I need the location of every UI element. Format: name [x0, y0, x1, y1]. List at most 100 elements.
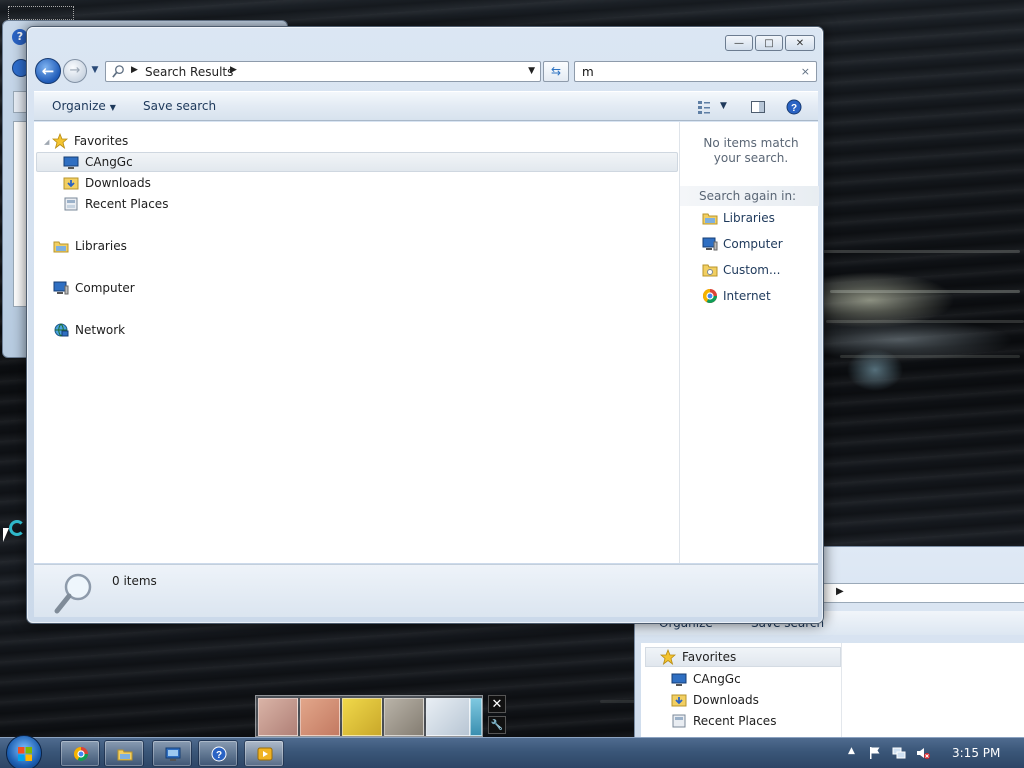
chrome-icon	[703, 289, 717, 303]
svg-text:?: ?	[791, 103, 797, 114]
start-button[interactable]	[6, 735, 42, 768]
recent-places-icon	[672, 714, 686, 728]
search-again-libraries[interactable]: Libraries	[702, 208, 775, 228]
recent-pages-button[interactable]: ▼	[89, 65, 101, 77]
desktop-icon-recycle-bin[interactable]	[8, 6, 74, 20]
wallpaper-streak	[830, 290, 1020, 293]
taskbar-explorer[interactable]	[104, 740, 144, 767]
recent-places-icon	[64, 197, 78, 211]
remote-desktop-icon	[165, 747, 181, 761]
back-arrow-icon: ←	[41, 62, 55, 80]
search-results-pane: No items match your search. Search again…	[679, 122, 819, 563]
close-icon: ✕	[795, 37, 805, 49]
thumbnail-3[interactable]	[342, 698, 382, 736]
search-again-custom[interactable]: Custom...	[702, 260, 780, 280]
taskbar-chrome[interactable]	[60, 740, 100, 767]
search-again-internet[interactable]: Internet	[702, 286, 771, 306]
background-nav-pane: Favorites CAngGc Downloads Recent Places	[641, 643, 841, 747]
thumbnail-6[interactable]	[470, 698, 482, 736]
taskbar-media-player[interactable]	[244, 740, 284, 767]
clear-search-icon[interactable]: ×	[801, 65, 810, 78]
thumbnail-1[interactable]	[258, 698, 298, 736]
computer-icon	[702, 237, 718, 251]
nav-favorites[interactable]: Favorites	[52, 131, 128, 151]
background-favorites[interactable]: Favorites	[645, 647, 841, 667]
action-center-flag-icon[interactable]	[868, 746, 882, 760]
show-hidden-icons-icon[interactable]: ▲	[848, 746, 862, 760]
flyout-tools-button[interactable]: 🔧	[488, 716, 506, 734]
view-options-dropdown-icon[interactable]: ▼	[720, 101, 727, 111]
thumbnail-2[interactable]	[300, 698, 340, 736]
nav-computer[interactable]: Computer	[53, 278, 135, 298]
background-fav-label: CAngGc	[693, 672, 741, 686]
maximize-button[interactable]: □	[755, 35, 783, 51]
taskbar-remote-desktop[interactable]	[152, 740, 192, 767]
address-dropdown-icon[interactable]: ▼	[528, 66, 535, 76]
nav-item-cangg-c[interactable]: CAngGc	[36, 152, 678, 172]
help-icon: ?	[211, 746, 227, 762]
flyout-close-button[interactable]: ✕	[488, 695, 506, 713]
background-fav-label: Downloads	[693, 693, 759, 707]
search-again-computer[interactable]: Computer	[702, 234, 783, 254]
help-icon[interactable]: ?	[786, 99, 802, 115]
libraries-icon	[53, 241, 69, 253]
network-status-icon[interactable]	[892, 746, 906, 760]
taskbar: ? ▲ 3:15 PM	[0, 735, 1024, 768]
search-input-value: m	[582, 65, 594, 79]
magnifier-icon	[54, 573, 92, 614]
minimize-button[interactable]: —	[725, 35, 753, 51]
forward-button[interactable]: →	[63, 59, 87, 83]
back-button[interactable]: ←	[35, 58, 61, 84]
volume-muted-icon[interactable]	[916, 746, 930, 760]
nav-computer-label: Computer	[75, 281, 135, 295]
nav-libraries-label: Libraries	[75, 239, 127, 253]
search-input[interactable]: m ×	[574, 61, 817, 82]
breadcrumb-chevron-icon[interactable]: ▶	[230, 65, 237, 75]
wallpaper-streak	[820, 250, 1020, 253]
search-again-label: Custom...	[723, 263, 781, 277]
nav-libraries[interactable]: Libraries	[53, 236, 127, 256]
mouse-cursor-icon	[3, 528, 9, 542]
address-bar[interactable]: ▶ Search Results ▶ ▼	[105, 61, 541, 82]
caption-buttons: — □ ✕	[725, 35, 815, 51]
nav-network-label: Network	[75, 323, 126, 337]
network-icon	[54, 323, 69, 337]
navigation-bar: ← → ▼ ▶ Search Results ▶ ▼ ⇆ m ×	[34, 58, 818, 84]
explorer-icon	[117, 749, 133, 761]
wallpaper-streak	[826, 320, 1024, 323]
chrome-icon	[74, 747, 88, 761]
close-button[interactable]: ✕	[785, 35, 815, 51]
search-again-label: Internet	[723, 289, 771, 303]
star-icon	[660, 649, 676, 665]
taskbar-clock[interactable]: 3:15 PM	[952, 746, 1000, 760]
organize-button[interactable]: Organize ▼	[52, 99, 116, 113]
save-search-button[interactable]: Save search	[143, 99, 216, 113]
preview-pane-icon[interactable]	[750, 99, 766, 115]
forward-arrow-icon: →	[69, 63, 81, 78]
nav-item-label: Downloads	[85, 176, 151, 190]
nav-item-recent-places[interactable]: Recent Places	[63, 194, 168, 214]
search-again-header: Search again in:	[680, 186, 819, 206]
star-icon	[52, 133, 68, 149]
computer-icon	[53, 281, 69, 295]
busy-cursor-icon	[9, 520, 25, 536]
thumbnail-5[interactable]	[426, 698, 470, 736]
background-content	[841, 643, 1024, 747]
command-bar: Organize ▼ Save search ▼ ?	[34, 91, 818, 121]
taskbar-help[interactable]: ?	[198, 740, 238, 767]
search-location-icon	[112, 65, 124, 78]
thumbnail-4[interactable]	[384, 698, 424, 736]
change-view-icon[interactable]	[696, 99, 712, 115]
media-player-icon	[257, 747, 273, 761]
nav-network[interactable]: Network	[53, 320, 125, 340]
minimize-icon: —	[734, 37, 744, 49]
svg-text:?: ?	[216, 750, 222, 761]
nav-item-downloads[interactable]: Downloads	[63, 173, 151, 193]
expand-icon[interactable]: ◢	[44, 138, 49, 146]
maximize-icon: □	[764, 37, 774, 49]
breadcrumb-search-results[interactable]: Search Results	[145, 65, 233, 79]
refresh-button[interactable]: ⇆	[543, 61, 569, 82]
downloads-icon	[63, 177, 79, 190]
explorer-window[interactable]: — □ ✕ ← → ▼ ▶ Search Results ▶ ▼ ⇆ m × O…	[26, 26, 824, 624]
breadcrumb-chevron-icon[interactable]: ▶	[131, 65, 138, 75]
